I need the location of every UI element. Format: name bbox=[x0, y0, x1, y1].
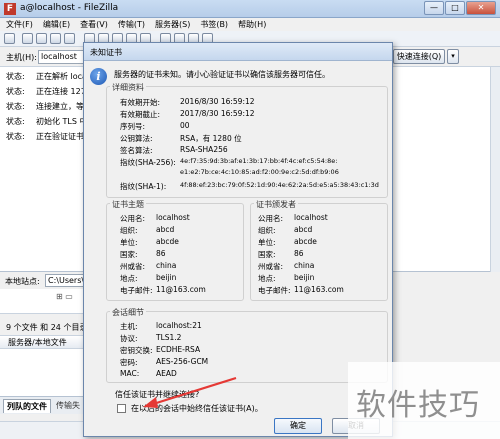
log-line: 状态: 初始化 TLS 中 bbox=[6, 117, 88, 126]
menu-bar: 文件(F) 编辑(E) 查看(V) 传输(T) 服务器(S) 书签(B) 帮助(… bbox=[0, 18, 500, 31]
sha256-row-continued: e1:e2:7b:ce:4c:10:85:ad:f2:00:9e:c2:5d:d… bbox=[180, 168, 339, 176]
detail-row: 序列号: 00 bbox=[120, 121, 190, 131]
toggle-log-icon[interactable] bbox=[22, 33, 33, 44]
session-row: MAC: AEAD bbox=[120, 369, 177, 378]
issuer-row: 组织: abcd bbox=[258, 225, 313, 235]
local-file-count: 9 个文件 和 24 个目录 bbox=[6, 323, 88, 332]
subject-row: 地点: beijin bbox=[120, 273, 177, 283]
details-group-title: 详细资料 bbox=[110, 82, 146, 93]
toggle-queue-icon[interactable] bbox=[64, 33, 75, 44]
menu-edit[interactable]: 编辑(E) bbox=[43, 18, 70, 31]
filezilla-app-icon: F bbox=[4, 3, 16, 15]
session-row: 密码: AES-256-GCM bbox=[120, 357, 209, 367]
issuer-row: 电子邮件: 11@163.com bbox=[258, 285, 344, 295]
log-line: 状态: 正在解析 loca bbox=[6, 72, 87, 81]
subject-row: 组织: abcd bbox=[120, 225, 175, 235]
quickconnect-dropdown[interactable]: ▾ bbox=[447, 49, 459, 64]
maximize-button[interactable]: □ bbox=[445, 1, 465, 15]
menu-bookmarks[interactable]: 书签(B) bbox=[200, 18, 228, 31]
toggle-tree-icon[interactable] bbox=[36, 33, 47, 44]
issuer-row: 州或省: china bbox=[258, 261, 315, 271]
issuer-row: 国家: 86 bbox=[258, 249, 304, 259]
log-line: 状态: 正在验证证书 bbox=[6, 132, 84, 141]
quickconnect-button[interactable]: 快速连接(Q) bbox=[393, 49, 445, 64]
issuer-group-title: 证书颁发者 bbox=[254, 199, 298, 210]
sha1-row: 指纹(SHA-1): 4f:88:ef:23:bc:79:0f:52:1d:90:… bbox=[120, 181, 379, 191]
tab-queued-files[interactable]: 列队的文件 bbox=[3, 399, 51, 413]
main-title-bar: F a@localhost - FileZilla — □ ✕ bbox=[0, 0, 500, 18]
log-scrollbar[interactable] bbox=[490, 67, 500, 272]
annotation-arrow-icon bbox=[143, 376, 237, 408]
log-line: 状态: 连接建立，等 bbox=[6, 102, 84, 111]
subject-row: 国家: 86 bbox=[120, 249, 166, 259]
menu-view[interactable]: 查看(V) bbox=[80, 18, 108, 31]
issuer-row: 公用名: localhost bbox=[258, 213, 328, 223]
session-group-title: 会话细节 bbox=[110, 307, 146, 318]
main-window-title: a@localhost - FileZilla bbox=[20, 3, 119, 13]
menu-help[interactable]: 帮助(H) bbox=[238, 18, 266, 31]
always-trust-checkbox[interactable] bbox=[117, 404, 126, 413]
detail-row: 有效期截止: 2017/8/30 16:59:12 bbox=[120, 109, 255, 119]
menu-transfer[interactable]: 传输(T) bbox=[118, 18, 145, 31]
issuer-row: 单位: abcde bbox=[258, 237, 317, 247]
dialog-message: 服务器的证书未知。请小心验证证书以确信该服务器可信任。 bbox=[114, 70, 330, 79]
detail-row: 公钥算法: RSA，有 1280 位 bbox=[120, 134, 242, 143]
issuer-row: 地点: beijin bbox=[258, 273, 315, 283]
info-icon: i bbox=[90, 68, 107, 85]
session-row: 密钥交换: ECDHE-RSA bbox=[120, 345, 201, 355]
close-button[interactable]: ✕ bbox=[466, 1, 496, 15]
site-manager-icon[interactable] bbox=[4, 33, 15, 44]
subject-group-title: 证书主题 bbox=[110, 199, 146, 210]
tab-failed-transfers[interactable]: 传输失 bbox=[53, 399, 83, 413]
host-label: 主机(H): bbox=[6, 53, 37, 62]
tree-node-icon[interactable]: ⊞ ▭ bbox=[56, 292, 73, 301]
subject-row: 州或省: china bbox=[120, 261, 177, 271]
subject-row: 电子邮件: 11@163.com bbox=[120, 285, 206, 295]
subject-row: 公用名: localhost bbox=[120, 213, 190, 223]
session-row: 主机: localhost:21 bbox=[120, 321, 202, 331]
detail-row: 有效期开始: 2016/8/30 16:59:12 bbox=[120, 97, 255, 107]
subject-row: 单位: abcde bbox=[120, 237, 179, 247]
dialog-title-bar: 未知证书 bbox=[84, 43, 392, 61]
log-line: 状态: 正在连接 127 bbox=[6, 87, 86, 96]
minimize-button[interactable]: — bbox=[424, 1, 444, 15]
toggle-remote-tree-icon[interactable] bbox=[50, 33, 61, 44]
detail-row: 签名算法: RSA-SHA256 bbox=[120, 145, 228, 155]
sha256-row: 指纹(SHA-256): 4e:f7:35:9d:3b:af:e1:3b:17:b… bbox=[120, 157, 338, 167]
dialog-title: 未知证书 bbox=[90, 48, 122, 57]
window-controls: — □ ✕ bbox=[424, 1, 496, 15]
menu-server[interactable]: 服务器(S) bbox=[155, 18, 190, 31]
ok-button[interactable]: 确定 bbox=[274, 418, 322, 434]
watermark-text: 软件技巧 bbox=[356, 388, 480, 423]
menu-file[interactable]: 文件(F) bbox=[6, 18, 33, 31]
local-site-label: 本地站点: bbox=[5, 277, 40, 286]
session-row: 协议: TLS1.2 bbox=[120, 333, 182, 343]
